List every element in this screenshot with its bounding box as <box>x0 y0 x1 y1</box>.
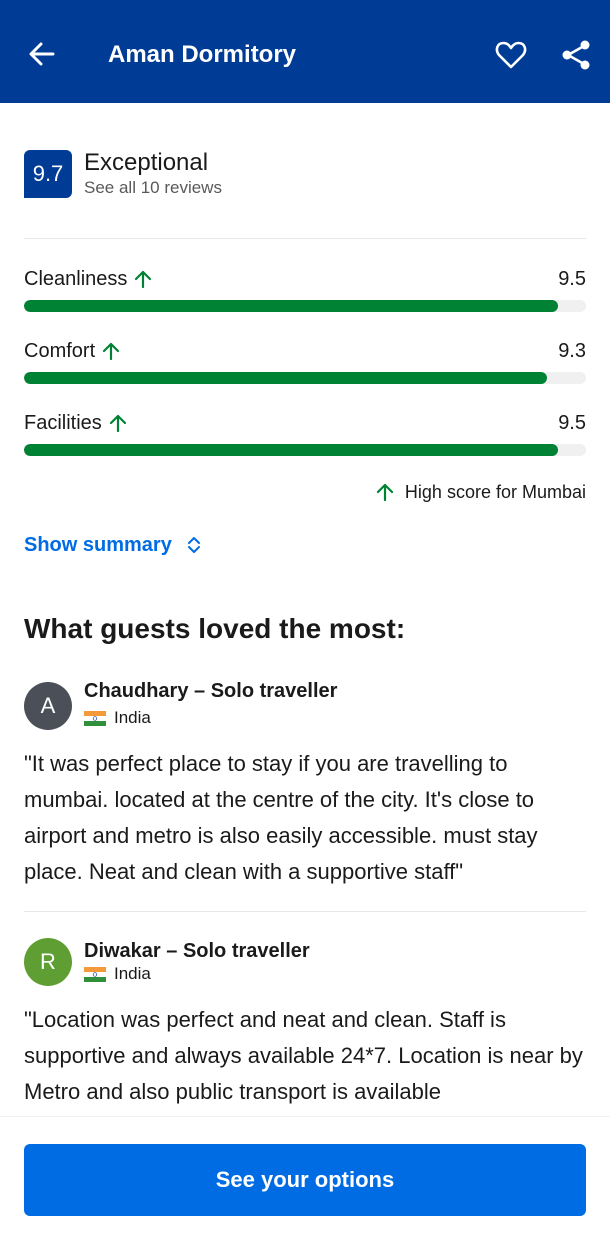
review-score-label: Exceptional <box>84 149 209 176</box>
reviewer-country: India <box>84 706 151 730</box>
india-flag-icon <box>84 966 106 982</box>
show-summary-button[interactable]: Show summary <box>24 532 202 558</box>
category-score: 9.3 <box>558 340 586 362</box>
arrow-up-icon <box>109 414 126 433</box>
see-all-reviews-link[interactable]: See all 10 reviews <box>84 177 222 199</box>
reviewer-country: India <box>84 962 151 986</box>
chevron-up-down-icon <box>187 537 200 553</box>
reviewer-name: Chaudhary – Solo traveller <box>84 680 338 702</box>
score-bar-track <box>24 444 586 456</box>
category-score: 9.5 <box>558 412 586 434</box>
share-icon[interactable] <box>560 38 592 72</box>
divider <box>24 238 586 239</box>
section-title: What guests loved the most: <box>24 613 406 644</box>
category-name: Comfort <box>24 340 96 362</box>
review-text: "It was perfect place to stay if you are… <box>24 751 538 884</box>
arrow-up-icon <box>103 342 120 361</box>
review-card: A Chaudhary – Solo traveller India "It w… <box>24 680 586 902</box>
high-score-text: High score for Mumbai <box>404 482 586 502</box>
category-name: Facilities <box>24 412 102 434</box>
score-bar-fill <box>24 300 558 312</box>
high-score-note: High score for Mumbai <box>375 480 586 504</box>
divider <box>24 911 586 912</box>
page-title: Aman Dormitory <box>108 41 297 68</box>
country-name: India <box>114 964 151 983</box>
india-flag-icon <box>84 710 106 726</box>
avatar: A <box>24 682 72 730</box>
score-bar-fill <box>24 372 547 384</box>
category-label: Comfort <box>24 338 121 364</box>
country-name: India <box>114 708 151 727</box>
score-bar-track <box>24 372 586 384</box>
heart-icon[interactable] <box>494 38 528 72</box>
review-score-badge: 9.7 <box>24 150 72 198</box>
review-card: R Diwakar – Solo traveller India "Locati… <box>24 938 586 1118</box>
app-bar: Aman Dormitory <box>0 0 610 103</box>
arrow-up-icon <box>376 483 394 502</box>
category-row: Comfort 9.3 <box>24 338 586 388</box>
category-row: Facilities 9.5 <box>24 410 586 460</box>
score-bar-fill <box>24 444 558 456</box>
show-summary-label: Show summary <box>24 534 172 556</box>
category-score: 9.5 <box>558 268 586 290</box>
arrow-up-icon <box>135 270 152 289</box>
category-label: Facilities <box>24 410 128 436</box>
arrow-left-icon[interactable] <box>26 38 58 70</box>
category-name: Cleanliness <box>24 268 128 290</box>
category-row: Cleanliness 9.5 <box>24 266 586 316</box>
see-your-options-button[interactable]: See your options <box>24 1144 586 1216</box>
reviewer-name: Diwakar – Solo traveller <box>84 940 310 962</box>
avatar: R <box>24 938 72 986</box>
score-bar-track <box>24 300 586 312</box>
category-label: Cleanliness <box>24 266 153 292</box>
review-text: "Location was perfect and neat and clean… <box>24 1007 583 1104</box>
